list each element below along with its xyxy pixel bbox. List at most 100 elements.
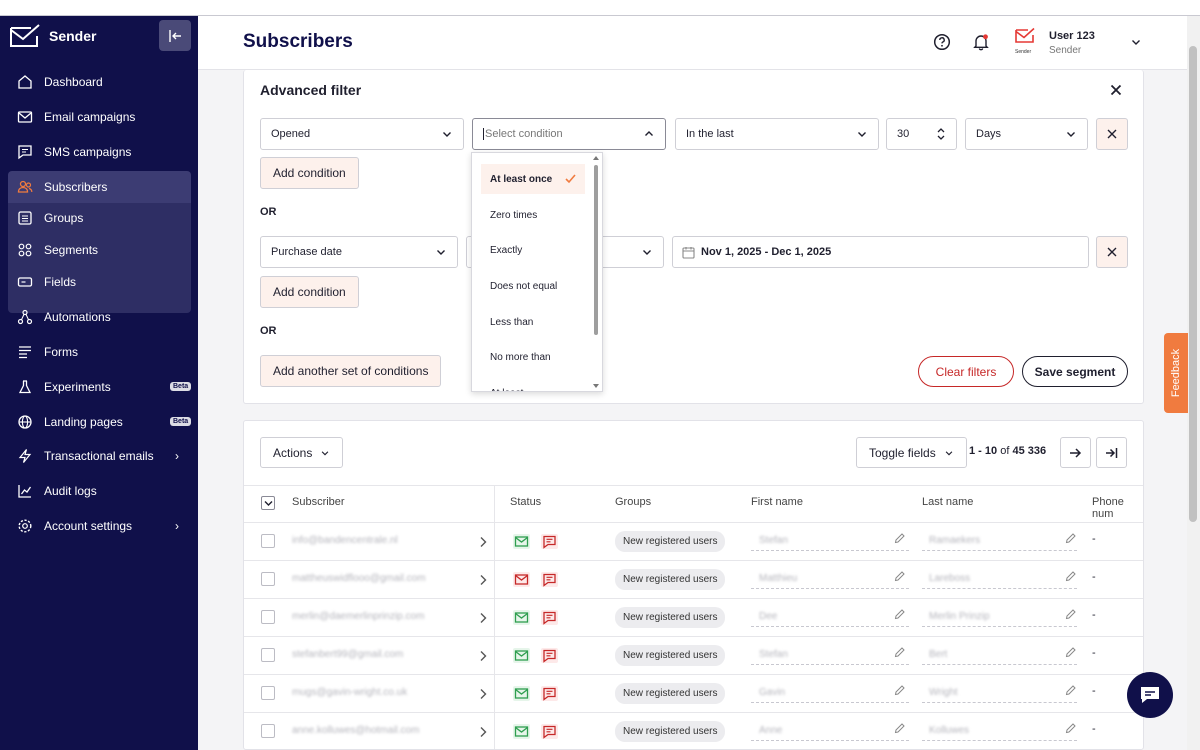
table-row[interactable]: anne.kolluwes@hotmail.com New registered … [244, 712, 1143, 749]
column-header-phone[interactable]: Phone num [1092, 496, 1143, 520]
help-icon[interactable] [933, 33, 951, 51]
dropdown-option[interactable]: At least [481, 378, 585, 392]
pencil-icon[interactable] [1065, 571, 1076, 582]
sidebar-item-dashboard[interactable]: Dashboard [8, 66, 191, 98]
feedback-tab[interactable]: Feedback [1164, 333, 1188, 413]
chevron-down-icon[interactable] [1130, 36, 1142, 48]
first-name-value[interactable]: Anne [759, 725, 782, 736]
dropdown-option[interactable]: No more than [481, 342, 585, 372]
first-name-value[interactable]: Matthieu [759, 573, 797, 584]
sidebar-item-audit-logs[interactable]: Audit logs [8, 475, 191, 507]
column-header-subscriber[interactable]: Subscriber [292, 496, 345, 508]
last-name-value[interactable]: Wright [929, 687, 958, 698]
remove-condition-button[interactable] [1096, 118, 1128, 150]
last-name-value[interactable]: Lareboss [929, 573, 970, 584]
chevron-right-icon[interactable] [479, 536, 487, 548]
toggle-fields-dropdown[interactable]: Toggle fields [856, 437, 967, 468]
remove-condition-button-2[interactable] [1096, 236, 1128, 268]
row-checkbox[interactable] [261, 686, 275, 700]
last-page-button[interactable] [1096, 437, 1127, 468]
row-checkbox[interactable] [261, 724, 275, 738]
save-segment-button[interactable]: Save segment [1022, 356, 1128, 387]
table-row[interactable]: info@bandencentrale.nl New registered use… [244, 522, 1143, 561]
pencil-icon[interactable] [1065, 647, 1076, 658]
field-select-purchase-date[interactable]: Purchase date [260, 236, 458, 268]
page-scrollbar[interactable] [1187, 16, 1200, 750]
date-range-picker[interactable]: Nov 1, 2025 - Dec 1, 2025 [672, 236, 1089, 268]
chevron-right-icon[interactable] [479, 612, 487, 624]
pencil-icon[interactable] [1065, 685, 1076, 696]
pencil-icon[interactable] [1065, 609, 1076, 620]
chevron-right-icon[interactable] [479, 650, 487, 662]
add-condition-button-2[interactable]: Add condition [260, 276, 359, 308]
column-header-last-name[interactable]: Last name [922, 496, 973, 508]
pencil-icon[interactable] [1065, 533, 1076, 544]
close-icon[interactable] [1110, 84, 1122, 96]
subscriber-email[interactable]: mugs@gavin-wright.co.uk [292, 687, 407, 698]
unit-select[interactable]: Days [965, 118, 1088, 150]
pencil-icon[interactable] [894, 647, 905, 658]
dropdown-option[interactable]: At least once [481, 164, 585, 194]
column-header-status[interactable]: Status [510, 496, 541, 508]
row-checkbox[interactable] [261, 572, 275, 586]
column-header-groups[interactable]: Groups [615, 496, 651, 508]
chat-widget-button[interactable] [1127, 672, 1173, 718]
sidebar-item-landing-pages[interactable]: Landing pages Beta [8, 406, 192, 438]
table-row[interactable]: stefanbert99@gmail.com New registered use… [244, 636, 1143, 675]
actions-dropdown[interactable]: Actions [260, 437, 344, 468]
chevron-right-icon[interactable] [479, 726, 487, 738]
table-row[interactable]: merlin@daemerlinprinzip.com New registere… [244, 598, 1143, 637]
scroll-down-icon[interactable] [593, 384, 599, 389]
last-name-value[interactable]: Merlin Prinzip [929, 611, 990, 622]
dropdown-option[interactable]: Does not equal [481, 271, 585, 301]
dropdown-scrollbar[interactable] [594, 165, 598, 335]
add-condition-set-button[interactable]: Add another set of conditions [260, 355, 442, 387]
column-header-first-name[interactable]: First name [751, 496, 803, 508]
clear-filters-button[interactable]: Clear filters [918, 356, 1014, 387]
add-condition-button[interactable]: Add condition [260, 157, 359, 189]
field-select-opened[interactable]: Opened [260, 118, 464, 150]
row-checkbox[interactable] [261, 610, 275, 624]
sidebar-item-subscribers[interactable]: Subscribers [8, 171, 191, 203]
sidebar-item-forms[interactable]: Forms [8, 336, 191, 368]
dropdown-option[interactable]: Zero times [481, 200, 585, 230]
first-name-value[interactable]: Stefan [759, 649, 788, 660]
collapse-sidebar-button[interactable] [159, 20, 191, 51]
pencil-icon[interactable] [894, 723, 905, 734]
scroll-up-icon[interactable] [593, 155, 599, 160]
select-all-checkbox[interactable] [261, 496, 275, 510]
dropdown-option[interactable]: Less than [481, 307, 585, 337]
period-select[interactable]: In the last [675, 118, 879, 150]
sidebar-item-sms-campaigns[interactable]: SMS campaigns [8, 136, 191, 168]
sidebar-item-segments[interactable]: Segments [8, 234, 191, 266]
pencil-icon[interactable] [1065, 723, 1076, 734]
brand-logo[interactable]: Sender [9, 24, 96, 48]
last-name-value[interactable]: Ramaekers [929, 535, 980, 546]
first-name-value[interactable]: Dee [759, 611, 777, 622]
row-checkbox[interactable] [261, 648, 275, 662]
sidebar-item-automations[interactable]: Automations [8, 301, 191, 333]
subscriber-email[interactable]: mattheuswidflooo@gmail.com [292, 573, 426, 584]
pencil-icon[interactable] [894, 571, 905, 582]
chevron-right-icon[interactable] [479, 574, 487, 586]
subscriber-email[interactable]: anne.kolluwes@hotmail.com [292, 725, 419, 736]
table-row[interactable]: mugs@gavin-wright.co.uk New registered us… [244, 674, 1143, 713]
last-name-value[interactable]: Kolluwes [929, 725, 969, 736]
sidebar-item-fields[interactable]: Fields [8, 266, 191, 298]
condition-select[interactable]: Select condition [472, 118, 666, 150]
stepper-arrows-icon[interactable] [936, 127, 946, 141]
table-row[interactable]: mattheuswidflooo@gmail.com New registered… [244, 560, 1143, 599]
subscriber-email[interactable]: merlin@daemerlinprinzip.com [292, 611, 424, 622]
bell-icon[interactable] [972, 33, 990, 51]
first-name-value[interactable]: Stefan [759, 535, 788, 546]
user-avatar[interactable]: Sender [1015, 27, 1035, 55]
sidebar-item-email-campaigns[interactable]: Email campaigns [8, 101, 191, 133]
sidebar-item-transactional-emails[interactable]: Transactional emails › [8, 440, 191, 472]
subscriber-email[interactable]: info@bandencentrale.nl [292, 535, 398, 546]
scrollbar-thumb[interactable] [1189, 46, 1197, 522]
number-stepper[interactable]: 30 [886, 118, 957, 150]
sidebar-item-groups[interactable]: Groups [8, 202, 191, 234]
first-name-value[interactable]: Gavin [759, 687, 785, 698]
pencil-icon[interactable] [894, 533, 905, 544]
row-checkbox[interactable] [261, 534, 275, 548]
